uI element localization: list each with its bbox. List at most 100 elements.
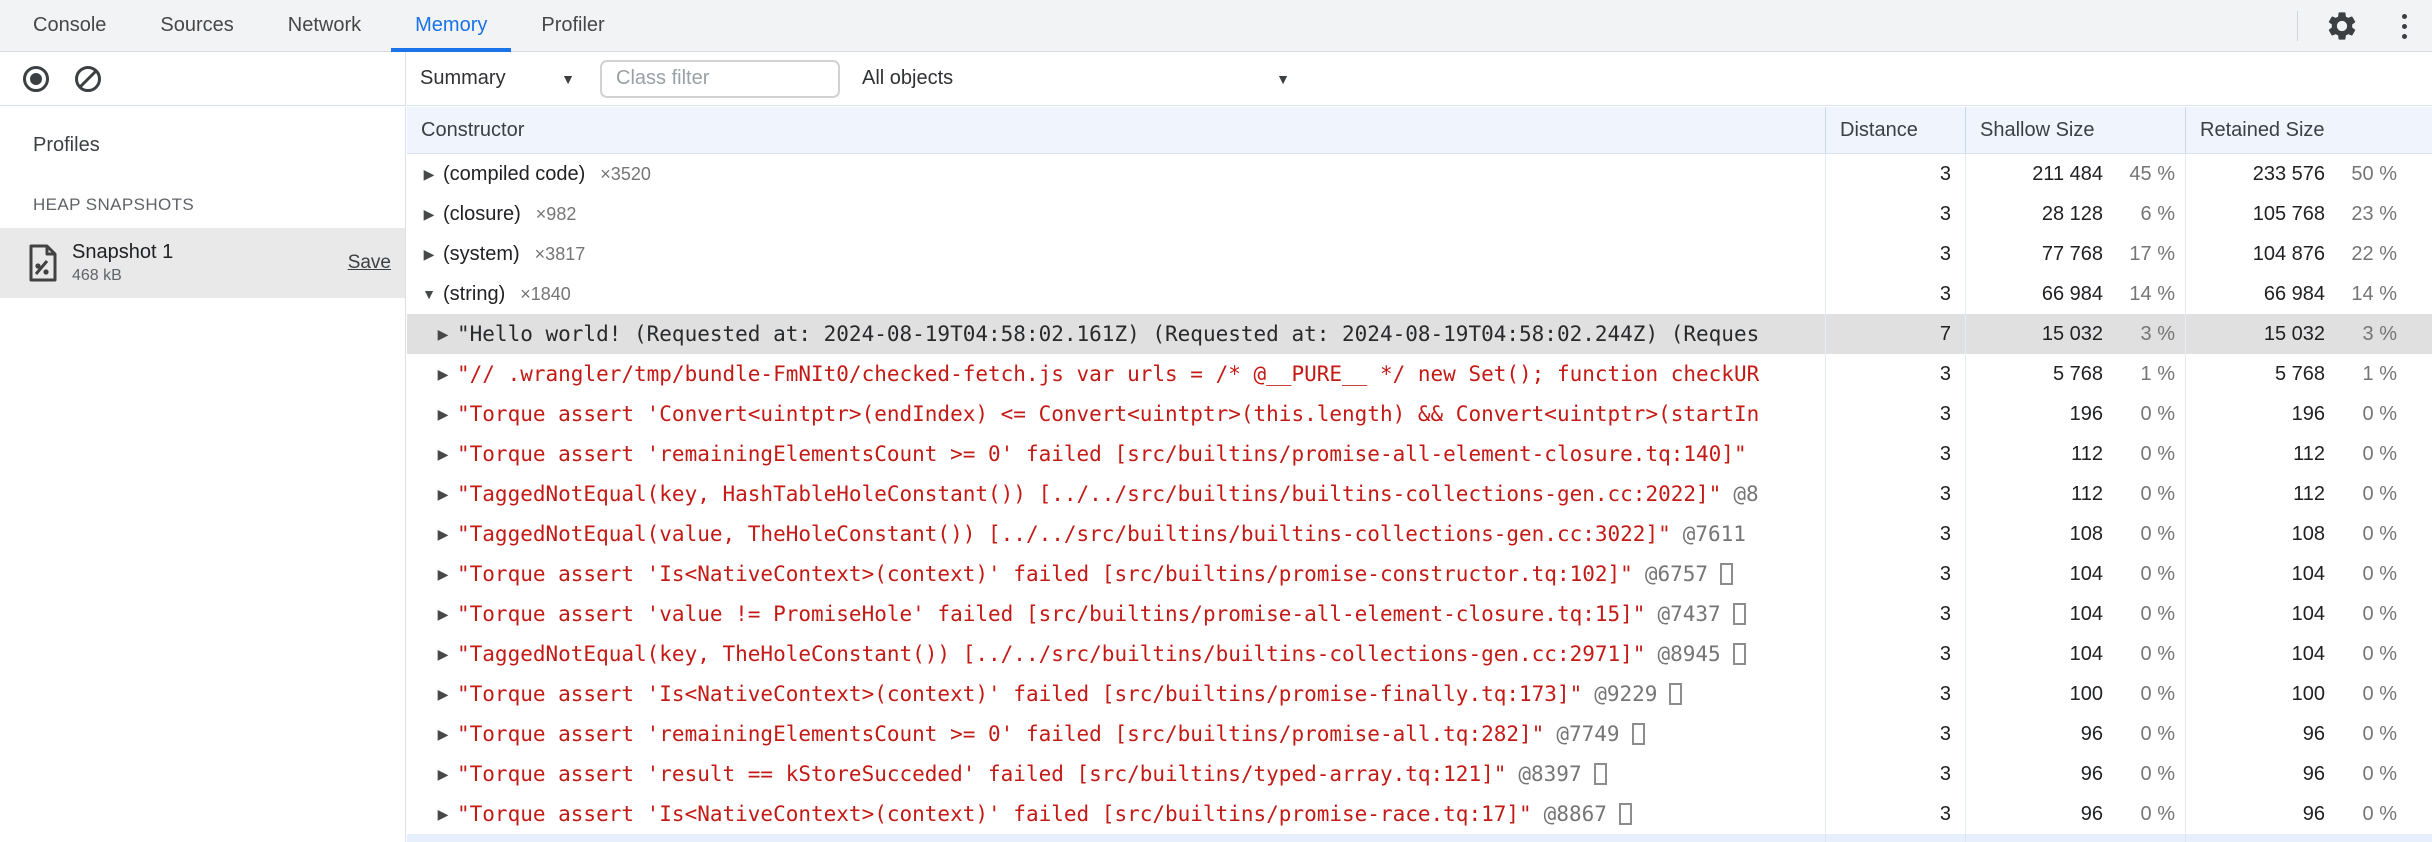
object-id: @8397	[1518, 762, 1582, 786]
size-value: 96	[2302, 762, 2325, 785]
distance-cell: 3	[1825, 554, 1965, 594]
grid-filler-cell	[407, 834, 1825, 842]
tab-profiler[interactable]: Profiler	[514, 0, 631, 51]
missing-glyph-box	[1631, 723, 1645, 745]
tab-console[interactable]: Console	[6, 0, 133, 51]
missing-glyph-box	[1618, 803, 1632, 825]
retained-size-cell: 5 768 1 %	[2185, 354, 2432, 394]
table-row[interactable]: ▶ "Hello world! (Requested at: 2024-08-19…	[407, 314, 2432, 354]
shallow-size-cell: 104 0 %	[1965, 594, 2185, 634]
shallow-size-cell: 96 0 %	[1965, 714, 2185, 754]
triangle-collapsed-icon[interactable]: ▶	[429, 606, 457, 623]
constructor-cell: ▶ "Torque assert 'Is<NativeContext>(conte…	[407, 674, 1825, 714]
triangle-collapsed-icon[interactable]: ▶	[415, 246, 443, 263]
grid-filler-row	[407, 834, 2432, 842]
constructor-cell: ▶ "Torque assert 'result == kStoreSuccede…	[407, 754, 1825, 794]
tab-memory[interactable]: Memory	[388, 0, 514, 52]
table-row[interactable]: ▶ (closure) ×982 3 28 128 6 % 105 768 23 %	[407, 194, 2432, 234]
shallow-size-cell: 196 0 %	[1965, 394, 2185, 434]
table-row[interactable]: ▶ "TaggedNotEqual(key, TheHoleConstant())…	[407, 634, 2432, 674]
table-row[interactable]: ▶ "Torque assert 'remainingElementsCount …	[407, 714, 2432, 754]
triangle-collapsed-icon[interactable]: ▶	[429, 526, 457, 543]
size-percent: 0 %	[2362, 682, 2397, 705]
table-row[interactable]: ▶ "Torque assert 'Is<NativeContext>(conte…	[407, 554, 2432, 594]
size-value: 112	[2293, 442, 2325, 465]
retained-size-cell: 108 0 %	[2185, 514, 2432, 554]
size-percent: 0 %	[2362, 642, 2397, 665]
size-percent: 17 %	[2129, 242, 2175, 265]
table-row[interactable]: ▶ "Torque assert 'Convert<uintptr>(endInd…	[407, 394, 2432, 434]
triangle-expanded-icon[interactable]: ▼	[415, 286, 443, 302]
string-value: "TaggedNotEqual(key, TheHoleConstant()) …	[457, 642, 1646, 666]
triangle-collapsed-icon[interactable]: ▶	[429, 326, 457, 343]
table-row[interactable]: ▶ "Torque assert 'result == kStoreSuccede…	[407, 754, 2432, 794]
triangle-collapsed-icon[interactable]: ▶	[429, 726, 457, 743]
class-filter-input[interactable]	[600, 59, 840, 98]
triangle-collapsed-icon[interactable]: ▶	[429, 566, 457, 583]
distance-cell: 3	[1825, 594, 1965, 634]
triangle-collapsed-icon[interactable]: ▶	[415, 206, 443, 223]
triangle-collapsed-icon[interactable]: ▶	[429, 766, 457, 783]
triangle-collapsed-icon[interactable]: ▶	[429, 406, 457, 423]
perspective-select[interactable]: Summary ▼	[420, 59, 575, 99]
retained-size-cell: 66 984 14 %	[2185, 274, 2432, 314]
string-value: "TaggedNotEqual(value, TheHoleConstant()…	[457, 522, 1671, 546]
triangle-collapsed-icon[interactable]: ▶	[429, 446, 457, 463]
size-percent: 22 %	[2351, 242, 2397, 265]
column-header-constructor[interactable]: Constructor	[407, 107, 1825, 153]
triangle-collapsed-icon[interactable]: ▶	[415, 166, 443, 183]
size-percent: 0 %	[2362, 402, 2397, 425]
shallow-size-cell: 5 768 1 %	[1965, 354, 2185, 394]
tab-bar: Console Sources Network Memory Profiler	[0, 0, 2432, 52]
clear-profiles-button[interactable]	[70, 61, 106, 97]
distance-cell: 3	[1825, 354, 1965, 394]
object-id: @6757	[1644, 562, 1709, 586]
tab-network[interactable]: Network	[261, 0, 388, 51]
table-row[interactable]: ▶ (system) ×3817 3 77 768 17 % 104 876 22 %	[407, 234, 2432, 274]
column-header-distance[interactable]: Distance	[1825, 107, 1965, 153]
save-link[interactable]: Save	[348, 252, 391, 274]
triangle-collapsed-icon[interactable]: ▶	[429, 366, 457, 383]
size-value: 104	[2069, 602, 2103, 625]
table-row[interactable]: ▶ "Torque assert 'remainingElementsCount …	[407, 434, 2432, 474]
perspective-select-value: Summary	[420, 67, 506, 89]
triangle-collapsed-icon[interactable]: ▶	[429, 486, 457, 503]
size-percent: 0 %	[2362, 522, 2397, 545]
settings-button[interactable]	[2324, 8, 2360, 44]
table-row[interactable]: ▶ "Torque assert 'Is<NativeContext>(conte…	[407, 794, 2432, 834]
triangle-collapsed-icon[interactable]: ▶	[429, 806, 457, 823]
triangle-collapsed-icon[interactable]: ▶	[429, 686, 457, 703]
size-percent: 6 %	[2140, 202, 2175, 225]
table-row[interactable]: ▶ "TaggedNotEqual(value, TheHoleConstant(…	[407, 514, 2432, 554]
table-row[interactable]: ▶ "Torque assert 'Is<NativeContext>(conte…	[407, 674, 2432, 714]
toolbar-divider	[2297, 11, 2298, 41]
size-value: 96	[2080, 762, 2103, 785]
missing-glyph-box	[1732, 643, 1746, 665]
table-row[interactable]: ▶ "TaggedNotEqual(key, HashTableHoleConst…	[407, 474, 2432, 514]
retained-size-cell: 104 876 22 %	[2185, 234, 2432, 274]
table-row[interactable]: ▶ "// .wrangler/tmp/bundle-FmNIt0/checked…	[407, 354, 2432, 394]
chevron-down-icon: ▼	[561, 70, 575, 87]
string-value: "Torque assert 'remainingElementsCount >…	[457, 722, 1545, 746]
table-row[interactable]: ▶ "Torque assert 'value != PromiseHole' f…	[407, 594, 2432, 634]
size-value: 15 032	[2041, 322, 2103, 345]
block-icon	[75, 65, 101, 92]
distance-cell: 3	[1825, 394, 1965, 434]
object-selection-select[interactable]: All objects ▼	[862, 59, 1290, 99]
size-percent: 0 %	[2362, 762, 2397, 785]
column-header-shallow-size[interactable]: Shallow Size	[1965, 107, 2185, 153]
sidebar-item-snapshot-1[interactable]: Snapshot 1 468 kB Save	[0, 228, 405, 298]
retained-size-cell: 104 0 %	[2185, 634, 2432, 674]
chevron-down-icon: ▼	[1276, 70, 1290, 87]
retained-size-cell: 196 0 %	[2185, 394, 2432, 434]
string-value: "Hello world! (Requested at: 2024-08-19T…	[457, 322, 1760, 346]
tab-sources[interactable]: Sources	[133, 0, 260, 51]
more-options-button[interactable]	[2386, 8, 2422, 44]
table-row[interactable]: ▼ (string) ×1840 3 66 984 14 % 66 984 14 %	[407, 274, 2432, 314]
column-header-retained-size[interactable]: Retained Size	[2185, 107, 2432, 153]
record-heap-snapshot-button[interactable]	[18, 61, 54, 97]
triangle-collapsed-icon[interactable]: ▶	[429, 646, 457, 663]
shallow-size-cell: 96 0 %	[1965, 794, 2185, 834]
shallow-size-cell: 112 0 %	[1965, 474, 2185, 514]
table-row[interactable]: ▶ (compiled code) ×3520 3 211 484 45 % 233 576…	[407, 154, 2432, 194]
